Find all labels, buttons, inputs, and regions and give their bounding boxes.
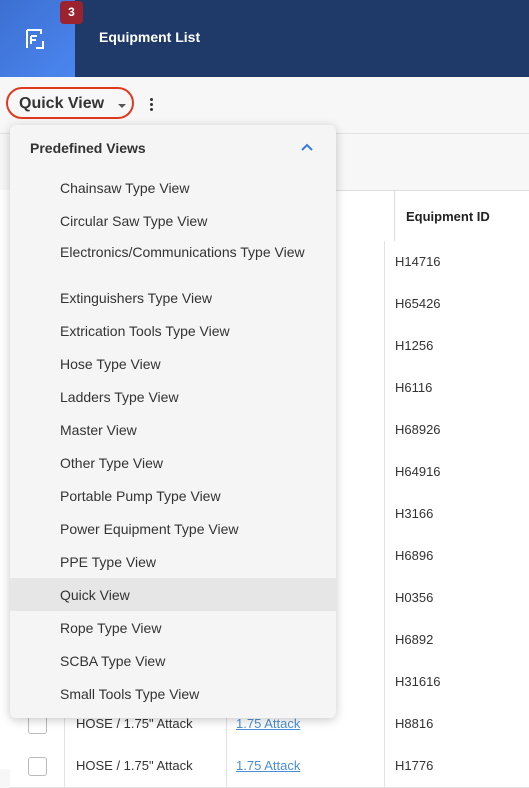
views-dropdown: Predefined Views Chainsaw Type View Circu… <box>10 125 336 718</box>
column-header-equipment-id[interactable]: Equipment ID <box>394 191 529 241</box>
view-option[interactable]: PPE Type View <box>10 545 336 578</box>
column-divider <box>226 745 227 787</box>
column-divider <box>384 325 385 367</box>
equipment-id-cell: H31616 <box>395 674 441 689</box>
app-header: 3 Equipment List <box>0 0 529 77</box>
equipment-id-cell: H8816 <box>395 716 434 731</box>
forms-icon <box>26 29 44 49</box>
view-option[interactable]: Circular Saw Type View <box>10 204 336 237</box>
model-link[interactable]: 1.75 Attack <box>236 716 300 731</box>
equipment-id-cell: H6892 <box>395 632 434 647</box>
view-selector-button[interactable]: Quick View <box>6 87 134 119</box>
view-option[interactable]: Hose Type View <box>10 347 336 380</box>
column-divider <box>384 493 385 535</box>
column-divider <box>384 661 385 703</box>
view-option[interactable]: Portable Pump Type View <box>10 479 336 512</box>
equipment-id-cell: H3166 <box>395 506 434 521</box>
caret-down-icon <box>118 104 126 108</box>
model-link[interactable]: 1.75 Attack <box>236 758 300 773</box>
equipment-id-cell: H65426 <box>395 296 441 311</box>
column-divider <box>384 451 385 493</box>
equipment-id-cell: H68926 <box>395 422 441 437</box>
column-divider <box>384 367 385 409</box>
equipment-id-cell: H0356 <box>395 590 434 605</box>
view-option[interactable]: SCBA Type View <box>10 644 336 677</box>
category-cell: HOSE / 1.75" Attack <box>76 716 193 731</box>
view-option[interactable]: Electronics/Communications Type View <box>10 237 336 281</box>
view-option[interactable]: Rope Type View <box>10 611 336 644</box>
column-divider <box>384 409 385 451</box>
column-divider <box>384 283 385 325</box>
view-option[interactable]: Other Type View <box>10 446 336 479</box>
column-divider <box>64 745 65 787</box>
category-cell: HOSE / 1.75" Attack <box>76 758 193 773</box>
column-divider <box>384 703 385 745</box>
equipment-id-cell: H14716 <box>395 254 441 269</box>
view-options-list: Chainsaw Type View Circular Saw Type View… <box>10 171 336 710</box>
view-option[interactable]: Extrication Tools Type View <box>10 314 336 347</box>
notification-badge[interactable]: 3 <box>60 1 83 24</box>
table-row[interactable]: HOSE / 1.75" Attack 1.75 Attack H1776 <box>10 745 529 788</box>
column-divider <box>384 745 385 787</box>
view-option[interactable]: Power Equipment Type View <box>10 512 336 545</box>
row-checkbox[interactable] <box>28 757 47 776</box>
view-option[interactable]: Ladders Type View <box>10 380 336 413</box>
column-divider <box>384 577 385 619</box>
view-option[interactable]: Small Tools Type View <box>10 677 336 710</box>
column-divider <box>384 535 385 577</box>
view-selector-label: Quick View <box>19 95 105 112</box>
view-option[interactable]: Quick View <box>10 578 336 611</box>
equipment-id-cell: H64916 <box>395 464 441 479</box>
equipment-id-cell: H1256 <box>395 338 434 353</box>
chevron-up-icon[interactable] <box>300 142 314 152</box>
column-divider <box>384 241 385 283</box>
view-option[interactable]: Extinguishers Type View <box>10 281 336 314</box>
equipment-id-cell: H6896 <box>395 548 434 563</box>
more-options-icon[interactable] <box>146 98 156 114</box>
view-option[interactable]: Chainsaw Type View <box>10 171 336 204</box>
equipment-id-cell: H6116 <box>395 380 433 395</box>
dropdown-section-header: Predefined Views <box>30 140 146 156</box>
equipment-id-cell: H1776 <box>395 758 434 773</box>
column-divider <box>384 619 385 661</box>
page-title: Equipment List <box>99 29 201 45</box>
view-option[interactable]: Master View <box>10 413 336 446</box>
